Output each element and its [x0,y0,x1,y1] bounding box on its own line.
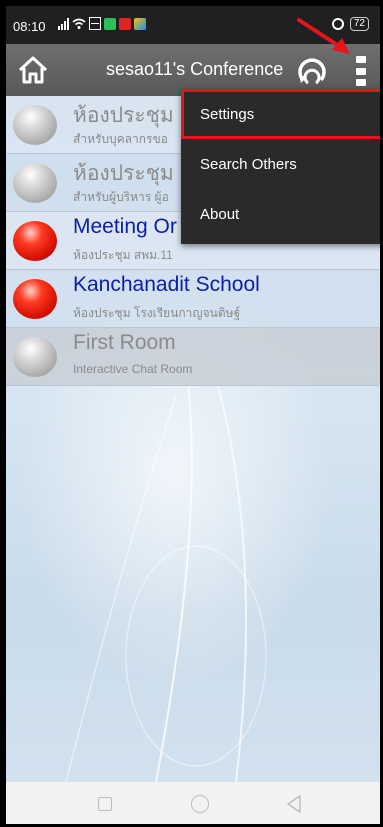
status-icons-right: 72 [331,17,369,31]
screenshot-frame: 08:10 72 sesao11's Conference ห้องประชุม… [0,0,383,827]
room-subtitle: สำหรับผู้บริหาร ผู้อ [73,190,169,204]
youtube-icon [119,18,131,30]
status-ball-icon [13,163,57,203]
menu-item-search-others[interactable]: Search Others [181,139,380,189]
status-ball-icon [13,279,57,319]
status-ball-icon [13,337,57,377]
app-notification-icon [104,18,116,30]
status-ball-icon [13,221,57,261]
room-item[interactable]: Kanchanadit School ห้องประชุม โรงเรียนกา… [6,270,380,328]
alarm-icon [331,18,344,30]
recent-apps-icon[interactable] [98,797,112,811]
refresh-icon[interactable] [294,53,330,87]
room-name: First Room [73,331,176,354]
status-icons-left [58,17,146,30]
home-icon[interactable] [16,54,50,86]
other-app-icon [134,18,146,30]
battery-icon: 72 [349,17,369,31]
system-nav-bar [6,782,380,824]
room-subtitle: Interactive Chat Room [73,362,193,376]
room-subtitle: สำหรับบุคลากรขอ [73,132,168,146]
overflow-menu-icon[interactable] [352,56,370,86]
menu-item-about[interactable]: About [181,189,380,239]
wifi-icon [72,18,86,29]
home-nav-icon[interactable] [191,795,209,813]
status-bar: 08:10 72 [6,6,380,44]
room-name: ห้องประชุม [73,104,174,127]
app-title: sesao11's Conference [106,59,284,79]
volte-icon [89,17,101,30]
room-subtitle: ห้องประชุม สพม.11 [73,248,173,262]
menu-item-settings[interactable]: Settings [181,89,380,139]
room-item[interactable]: First Room Interactive Chat Room [6,328,380,386]
room-subtitle: ห้องประชุม โรงเรียนกาญจนดิษฐ์ [73,306,241,320]
room-name: Kanchanadit School [73,273,260,296]
overflow-menu: Settings Search Others About [181,89,380,244]
signal-icon [58,18,69,30]
back-icon[interactable] [286,795,302,813]
room-name: ห้องประชุม [73,162,174,185]
status-time: 08:10 [13,19,46,34]
room-name: Meeting Or [73,215,177,238]
status-ball-icon [13,105,57,145]
